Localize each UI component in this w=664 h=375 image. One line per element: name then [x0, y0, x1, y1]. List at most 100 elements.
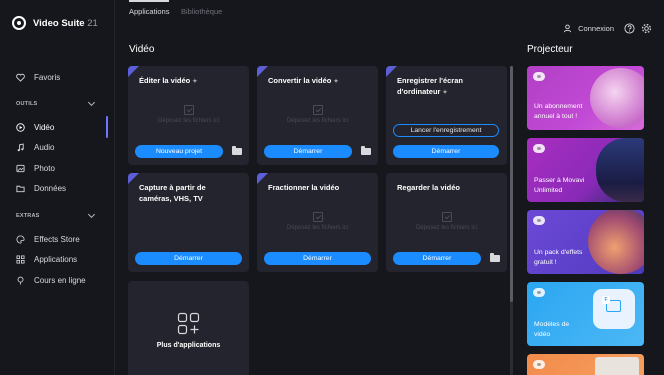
- promo-badge-icon: [533, 144, 545, 153]
- card-title: Capture à partir de caméras, VHS, TV: [139, 183, 206, 203]
- folder-icon: [16, 185, 25, 192]
- promo-illustration: [595, 357, 639, 375]
- sidebar-item-photo[interactable]: Photo: [16, 161, 55, 175]
- sidebar-item-label: Audio: [34, 142, 55, 152]
- card-corner: [257, 173, 268, 184]
- demarrer-button[interactable]: Démarrer: [135, 252, 242, 265]
- app-logo-icon: [12, 16, 26, 30]
- card-corner: [257, 66, 268, 77]
- sidebar-item-label: Favoris: [34, 72, 61, 82]
- promo-text: Un abonnement annuel à tout !: [534, 103, 583, 120]
- card-title: Fractionner la vidéo: [268, 183, 340, 192]
- card-corner: [128, 66, 139, 77]
- import-icon: [441, 212, 452, 222]
- drop-zone[interactable]: Déposez les fichiers ici: [257, 105, 378, 124]
- app-name-text: Video Suite: [33, 17, 85, 29]
- card-title: Éditer la vidéo ✦: [139, 75, 239, 88]
- app-name: Video Suite 21: [33, 18, 98, 29]
- scrollbar-thumb[interactable]: [510, 66, 513, 302]
- login-button[interactable]: Connexion: [578, 24, 614, 33]
- drop-hint: Déposez les fichiers ici: [286, 118, 349, 124]
- sidebar-item-label: Applications: [34, 254, 78, 264]
- promo-badge-icon: [533, 216, 545, 225]
- music-note-icon: [17, 143, 24, 151]
- card-title-text: Éditer la vidéo: [139, 76, 191, 85]
- sidebar-item-label: Cours en ligne: [34, 275, 86, 285]
- app-brand: Video Suite 21: [12, 16, 98, 30]
- sidebar-item-label: Photo: [34, 163, 55, 173]
- tab-applications[interactable]: Applications: [129, 7, 169, 16]
- sidebar-item-donnees[interactable]: Données: [16, 181, 66, 195]
- drop-zone[interactable]: Déposez les fichiers ici: [128, 105, 249, 124]
- card-capture[interactable]: Capture à partir de caméras, VHS, TV Dém…: [128, 173, 249, 272]
- sidebar-item-applications[interactable]: Applications: [16, 252, 77, 266]
- nouveau-projet-button[interactable]: Nouveau projet: [135, 145, 223, 158]
- gear-icon[interactable]: [641, 23, 652, 34]
- open-folder-icon[interactable]: [361, 146, 371, 155]
- drop-hint: Déposez les fichiers ici: [415, 225, 478, 231]
- card-title-text: Convertir la vidéo: [268, 76, 332, 85]
- promo-tile-unlimited[interactable]: Passer à Movavi Unlimited: [527, 138, 644, 202]
- tab-bibliotheque[interactable]: Bibliothèque: [181, 7, 222, 16]
- open-folder-icon[interactable]: [490, 253, 500, 262]
- open-folder-icon[interactable]: [232, 146, 242, 155]
- card-regarder-video[interactable]: Regarder la vidéo Déposez les fichiers i…: [386, 173, 507, 272]
- demarrer-button[interactable]: Démarrer: [264, 252, 371, 265]
- card-editer-video[interactable]: Éditer la vidéo ✦ Déposez les fichiers i…: [128, 66, 249, 165]
- promo-text: Un pack d'effets gratuit !: [534, 249, 583, 266]
- more-apps-label: Plus d'applications: [156, 342, 221, 349]
- card-convertir-video[interactable]: Convertir la vidéo ✦ Déposez les fichier…: [257, 66, 378, 165]
- promo-text: Passer à Movavi Unlimited: [534, 177, 585, 194]
- promo-tile-modeles[interactable]: F Modèles de vidéo: [527, 282, 644, 346]
- sidebar-item-favoris[interactable]: Favoris: [16, 70, 60, 84]
- pin-icon[interactable]: ✦: [443, 90, 448, 96]
- section-title-video: Vidéo: [129, 44, 155, 55]
- promo-tile-effets[interactable]: Un pack d'effets gratuit !: [527, 210, 644, 274]
- card-title-text: Enregistrer l'écran d'ordinateur: [397, 76, 463, 96]
- demarrer-button[interactable]: Démarrer: [264, 145, 352, 158]
- import-icon: [312, 212, 323, 222]
- card-title: Convertir la vidéo ✦: [268, 75, 368, 88]
- demarrer-button[interactable]: Démarrer: [393, 145, 499, 158]
- sidebar: Video Suite 21 Favoris OUTILS Vidéo Audi…: [0, 0, 115, 375]
- user-icon[interactable]: [563, 24, 572, 33]
- promo-badge-icon: [533, 72, 545, 81]
- card-title: Regarder la vidéo: [397, 183, 460, 192]
- card-plus-applications[interactable]: Plus d'applications: [128, 281, 249, 375]
- import-icon: [183, 105, 194, 115]
- drop-zone[interactable]: Déposez les fichiers ici: [257, 212, 378, 231]
- sidebar-item-effects-store[interactable]: Effects Store: [16, 232, 80, 246]
- chevron-down-icon[interactable]: [87, 98, 96, 107]
- section-title-projecteur: Projecteur: [527, 44, 573, 55]
- card-corner: [386, 66, 397, 77]
- section-title-extras: EXTRAS: [16, 213, 40, 219]
- sidebar-item-label: Données: [34, 183, 67, 193]
- sidebar-item-audio[interactable]: Audio: [16, 140, 54, 154]
- promo-illustration: [588, 210, 644, 274]
- card-title: Enregistrer l'écran d'ordinateur ✦: [397, 75, 497, 99]
- header-actions: Connexion: [563, 23, 652, 34]
- heart-icon: [16, 73, 25, 82]
- sidebar-item-cours-en-ligne[interactable]: Cours en ligne: [16, 273, 86, 287]
- card-fractionner-video[interactable]: Fractionner la vidéo Déposez les fichier…: [257, 173, 378, 272]
- card-corner: [128, 173, 139, 184]
- promo-badge-icon: [533, 360, 545, 369]
- bulb-icon: [17, 276, 24, 285]
- pin-icon[interactable]: ✦: [333, 79, 338, 85]
- pin-icon[interactable]: ✦: [192, 79, 197, 85]
- chevron-down-icon[interactable]: [87, 210, 96, 219]
- add-apps-icon: [177, 312, 200, 335]
- palette-icon: [16, 234, 25, 244]
- sidebar-item-label: Effects Store: [34, 234, 80, 244]
- promo-tile-next[interactable]: [527, 354, 644, 375]
- grid-icon: [16, 254, 25, 264]
- promo-text: Modèles de vidéo: [534, 321, 570, 338]
- demarrer-button[interactable]: Démarrer: [393, 252, 481, 265]
- lancer-enregistrement-button[interactable]: Lancer l'enregistrement: [393, 124, 499, 137]
- drop-zone[interactable]: Déposez les fichiers ici: [386, 212, 507, 231]
- promo-tile-abonnement[interactable]: Un abonnement annuel à tout !: [527, 66, 644, 130]
- help-icon[interactable]: [624, 23, 635, 34]
- sidebar-item-video[interactable]: Vidéo: [16, 120, 54, 134]
- section-title-outils: OUTILS: [16, 101, 38, 107]
- card-enregistrer-ecran[interactable]: Enregistrer l'écran d'ordinateur ✦ Lance…: [386, 66, 507, 165]
